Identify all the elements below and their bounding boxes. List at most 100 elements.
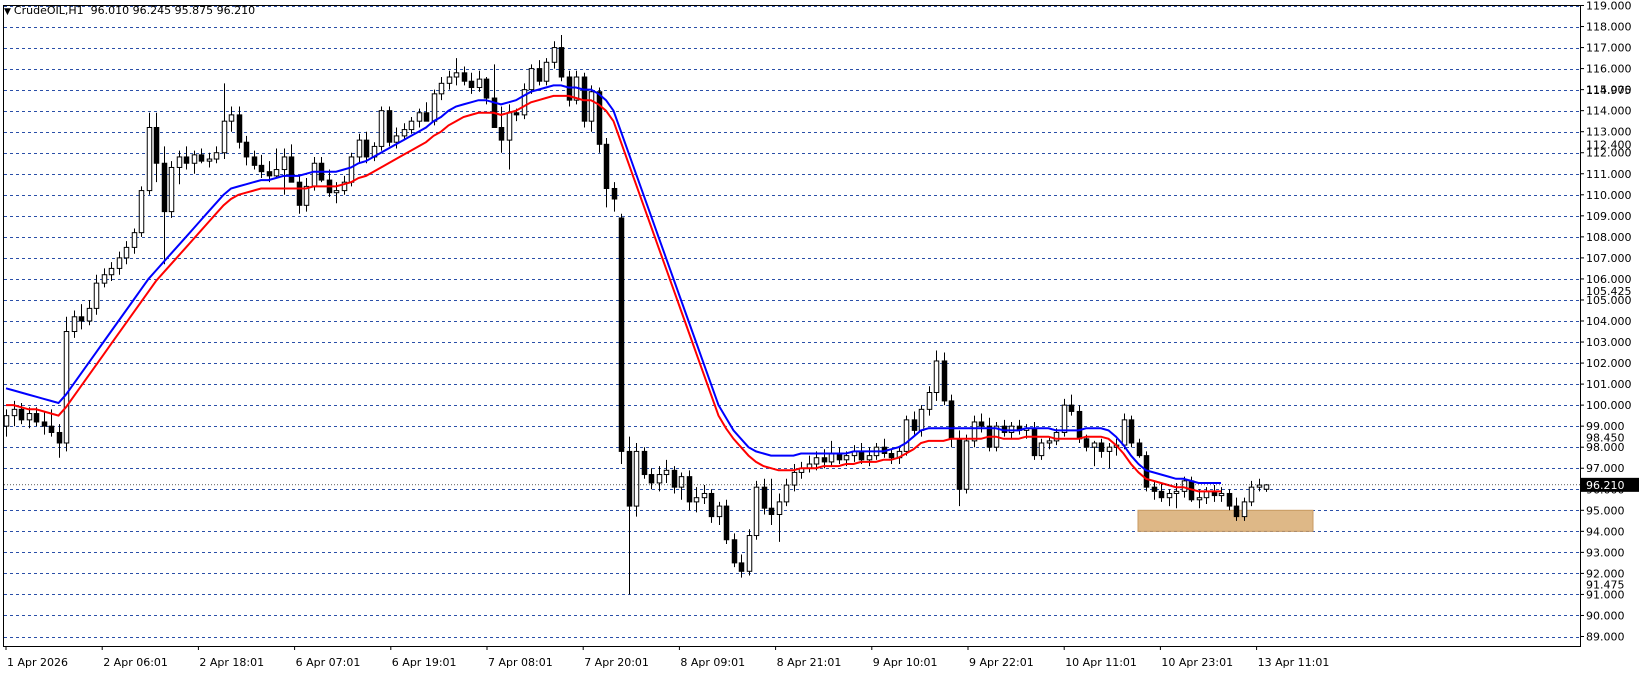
x-tick-label: 8 Apr 09:01	[680, 656, 745, 669]
candle-body-bull	[176, 156, 183, 168]
x-tick-label: 8 Apr 21:01	[777, 656, 842, 669]
candle-body-bull	[1046, 440, 1053, 444]
y-overlay-label: 91.475	[1586, 578, 1625, 591]
y-tick-label: 93.000	[1586, 546, 1625, 559]
y-tick-label: 107.000	[1586, 252, 1632, 265]
candle-body-bear	[483, 78, 490, 99]
support-zone	[1137, 509, 1314, 532]
y-tick-label: 94.000	[1586, 525, 1625, 538]
candle-body-bear	[738, 562, 745, 572]
candle-body-bear	[558, 47, 565, 78]
candle-body-bear	[911, 419, 918, 431]
candle-body-bear	[1233, 505, 1240, 518]
candle-body-bull	[506, 112, 513, 141]
candle-body-bull	[11, 408, 18, 417]
candle	[618, 213, 625, 465]
candle-body-bull	[701, 492, 708, 499]
candle-body-bull	[281, 156, 288, 171]
candle-body-bear	[386, 110, 393, 143]
candle-body-bull	[783, 484, 790, 503]
x-tick-label: 10 Apr 11:01	[1065, 656, 1137, 669]
candle-body-bull	[438, 82, 445, 95]
candle-body-bull	[926, 392, 933, 410]
candle-body-bull	[311, 162, 318, 187]
candle-body-bear	[978, 421, 985, 427]
candle-body-bull	[221, 120, 228, 154]
candle-body-bull	[93, 282, 100, 309]
current-price-label: 96.210	[1586, 479, 1625, 492]
candle-body-bear	[236, 114, 243, 143]
candle-body-bear	[596, 91, 603, 145]
candle	[641, 447, 648, 479]
candle-body-bear	[33, 413, 40, 423]
candle-body-bull	[528, 68, 535, 91]
x-tick-label: 1 Apr 2026	[7, 656, 68, 669]
candle-body-bull	[663, 469, 670, 476]
y-tick-label: 118.000	[1586, 21, 1632, 34]
symbol-header: ▼ CrudeOIL,H1 96.010 96.245 95.875 96.210	[4, 4, 255, 17]
candle-body-bull	[746, 535, 753, 572]
candle-body-bull	[791, 471, 798, 486]
candle-body-bull	[813, 457, 820, 465]
candle-body-bull	[933, 360, 940, 394]
candle-body-bear	[183, 156, 190, 164]
candle-body-bear	[363, 139, 370, 158]
candle	[528, 64, 535, 94]
collapse-triangle-icon[interactable]: ▼	[4, 7, 11, 17]
candle	[753, 480, 760, 540]
candle-body-bear	[423, 112, 430, 122]
candle-body-bear	[536, 68, 543, 82]
x-tick-label: 2 Apr 06:01	[103, 656, 168, 669]
y-tick-label: 103.000	[1586, 336, 1632, 349]
candle-body-bull	[476, 78, 483, 89]
x-tick-label: 13 Apr 11:01	[1258, 656, 1330, 669]
plot-frame	[3, 5, 1581, 647]
candle-body-bull	[3, 415, 10, 427]
y-tick-label: 108.000	[1586, 231, 1632, 244]
y-tick-label: 90.000	[1586, 609, 1625, 622]
candle-body-bear	[258, 164, 265, 173]
chart-svg[interactable]: 119.000118.000117.000116.000115.000114.0…	[0, 0, 1641, 676]
x-tick-label: 6 Apr 07:01	[296, 656, 361, 669]
candle	[1128, 415, 1135, 448]
candle-body-bear	[153, 126, 160, 164]
candle-body-bear	[1136, 442, 1143, 457]
candle-body-bear	[498, 126, 505, 141]
candle-body-bull	[131, 232, 138, 248]
x-tick-label: 7 Apr 20:01	[584, 656, 649, 669]
candle-body-bear	[48, 425, 55, 433]
candle-body-bull	[1061, 404, 1068, 433]
candle-body-bear	[768, 507, 775, 516]
candle-body-bear	[198, 154, 205, 162]
y-tick-label: 109.000	[1586, 210, 1632, 223]
candle-body-bear	[941, 360, 948, 402]
candle-body-bear	[1226, 492, 1233, 507]
candle	[138, 186, 145, 237]
candle-body-bear	[956, 438, 963, 490]
candle-body-bull	[26, 413, 33, 421]
candle-body-bear	[888, 453, 895, 459]
y-tick-label: 110.000	[1586, 189, 1632, 202]
price-chart[interactable]: 119.000 118.000 117.000 116.000 115.000 114.0…	[0, 0, 1641, 676]
candle-body-bull	[206, 158, 213, 162]
candle-body-bull	[168, 166, 175, 213]
y-tick-label: 117.000	[1586, 42, 1632, 55]
candle-body-bull	[588, 91, 595, 122]
candle-body-bull	[1121, 419, 1128, 446]
candle-body-bull	[828, 453, 835, 463]
candle-body-bull	[333, 190, 340, 194]
candle-body-bull	[1091, 442, 1098, 448]
y-overlay-label: 98.450	[1586, 432, 1625, 445]
candle-body-bull	[71, 316, 78, 333]
candle-body-bull	[1173, 490, 1180, 494]
candle-body-bull	[123, 246, 130, 259]
candle-body-bull	[963, 440, 970, 490]
candle	[903, 415, 910, 456]
candle-body-bull	[1008, 425, 1015, 433]
candle-body-bear	[723, 505, 730, 541]
candle-body-bull	[446, 76, 453, 84]
candle-body-bear	[648, 474, 655, 484]
candle-body-bull	[416, 112, 423, 122]
y-overlay-label: 105.425	[1586, 285, 1632, 298]
candle-body-bull	[146, 126, 153, 192]
